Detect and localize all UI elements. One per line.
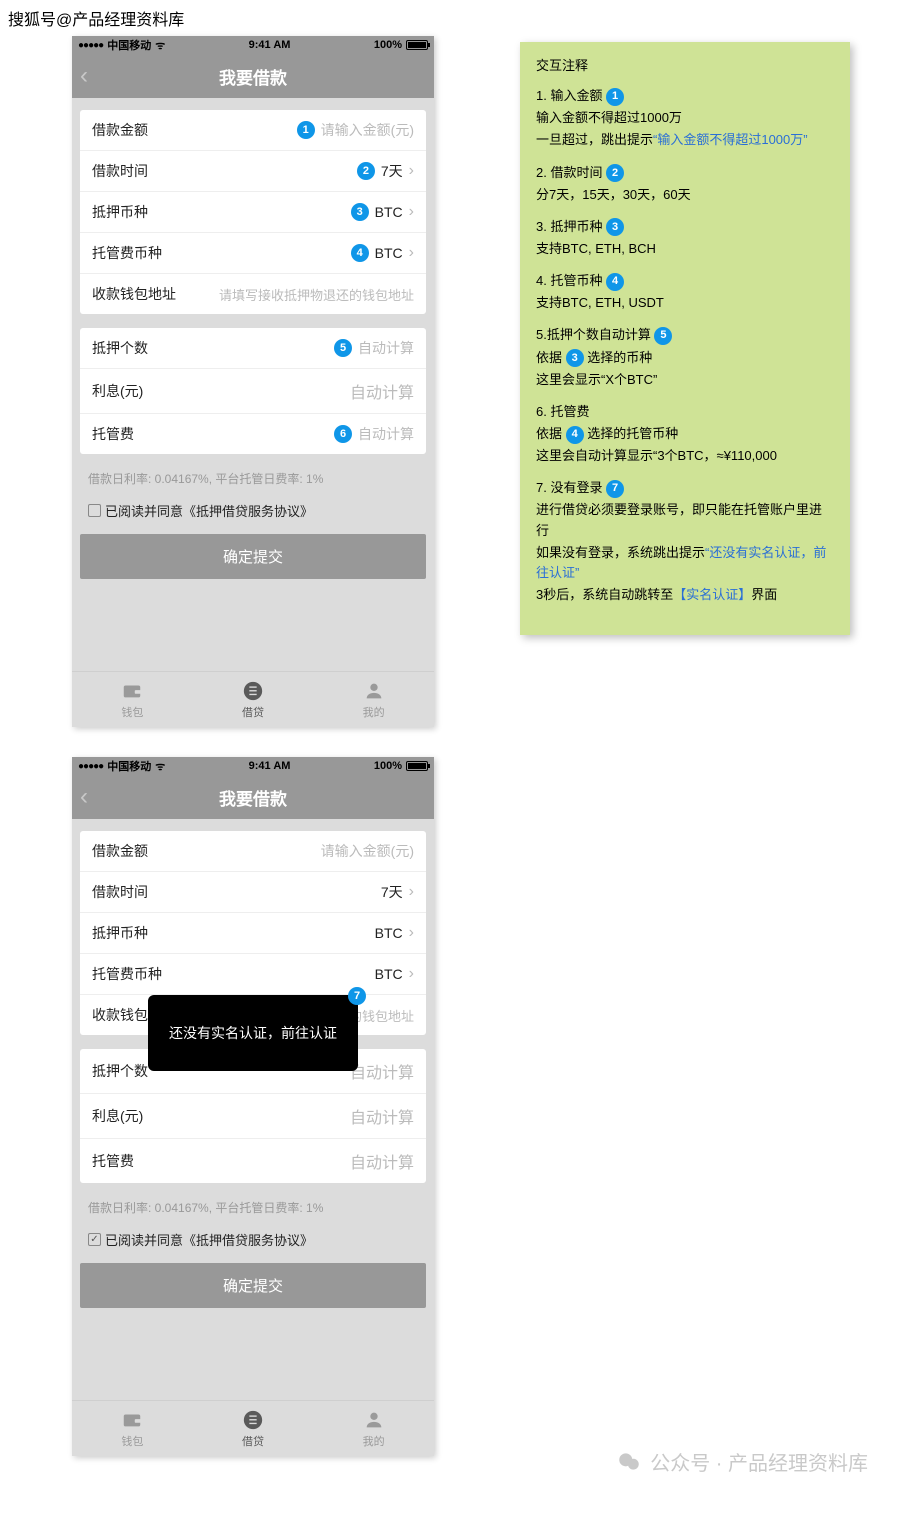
tab-loan[interactable]: 借贷 [193, 1401, 314, 1456]
badge-icon: 6 [334, 425, 352, 443]
row-fee: 托管费 6自动计算 [80, 414, 426, 454]
rate-note: 借款日利率: 0.04167%, 平台托管日费率: 1% [80, 468, 426, 501]
badge-icon: 2 [357, 162, 375, 180]
checkbox-icon[interactable] [88, 504, 101, 517]
chevron-right-icon: › [409, 162, 414, 180]
status-bar: ●●●●●中国移动ᯤ 9:41 AM 100% [72, 757, 434, 775]
row-fee-coin[interactable]: 托管费币种BTC› [80, 954, 426, 995]
page-header: 搜狐号@产品经理资料库 [0, 0, 898, 36]
submit-button[interactable]: 确定提交 [80, 1263, 426, 1308]
agreement-row[interactable]: 已阅读并同意《抵押借贷服务协议》 [80, 1230, 426, 1263]
badge-icon: 7 [348, 987, 366, 1005]
agreement-row[interactable]: 已阅读并同意《抵押借贷服务协议》 [80, 501, 426, 534]
badge-icon: 3 [351, 203, 369, 221]
phone-mockup-1: ●●●●●中国移动ᯤ 9:41 AM 100% ‹ 我要借款 借款金额 1请输入… [72, 36, 434, 727]
tab-me[interactable]: 我的 [313, 1401, 434, 1456]
submit-button[interactable]: 确定提交 [80, 534, 426, 579]
chevron-right-icon: › [409, 203, 414, 221]
tab-bar: 钱包 借贷 我的 [72, 671, 434, 727]
toast: 7 还没有实名认证，前往认证 [148, 995, 358, 1071]
annot-title: 交互注释 [536, 56, 834, 76]
badge-icon: 4 [351, 244, 369, 262]
phone-mockup-2: ●●●●●中国移动ᯤ 9:41 AM 100% ‹ 我要借款 借款金额请输入金额… [72, 757, 434, 1456]
checkbox-icon[interactable] [88, 1233, 101, 1246]
watermark: 公众号 · 产品经理资料库 [616, 1447, 868, 1476]
row-fee-coin[interactable]: 托管费币种 4BTC› [80, 233, 426, 274]
wechat-icon [616, 1449, 642, 1475]
tab-wallet[interactable]: 钱包 [72, 1401, 193, 1456]
back-icon[interactable]: ‹ [80, 62, 88, 90]
row-time[interactable]: 借款时间7天› [80, 872, 426, 913]
row-wallet[interactable]: 收款钱包地址 请填写接收抵押物退还的钱包地址 [80, 274, 426, 314]
row-coin[interactable]: 抵押币种 3BTC› [80, 192, 426, 233]
loan-icon [242, 680, 264, 702]
row-time[interactable]: 借款时间 27天› [80, 151, 426, 192]
nav-title: 我要借款 [219, 64, 287, 89]
back-icon[interactable]: ‹ [80, 783, 88, 811]
chevron-right-icon: › [409, 244, 414, 262]
tab-me[interactable]: 我的 [313, 672, 434, 727]
tab-loan[interactable]: 借贷 [193, 672, 314, 727]
badge-icon: 5 [334, 339, 352, 357]
user-icon [363, 680, 385, 702]
row-count: 抵押个数 5自动计算 [80, 328, 426, 369]
status-bar: ●●●●●中国移动ᯤ 9:41 AM 100% [72, 36, 434, 54]
row-amount[interactable]: 借款金额请输入金额(元) [80, 831, 426, 872]
wallet-icon [121, 680, 143, 702]
row-interest: 利息(元) 自动计算 [80, 369, 426, 414]
row-coin[interactable]: 抵押币种BTC› [80, 913, 426, 954]
status-time: 9:41 AM [249, 39, 291, 51]
tab-wallet[interactable]: 钱包 [72, 672, 193, 727]
annotation-panel: 交互注释 1. 输入金额 1 输入金额不得超过1000万 一旦超过，跳出提示“输… [520, 42, 850, 635]
badge-icon: 1 [297, 121, 315, 139]
nav-bar: ‹ 我要借款 [72, 54, 434, 98]
row-amount[interactable]: 借款金额 1请输入金额(元) [80, 110, 426, 151]
